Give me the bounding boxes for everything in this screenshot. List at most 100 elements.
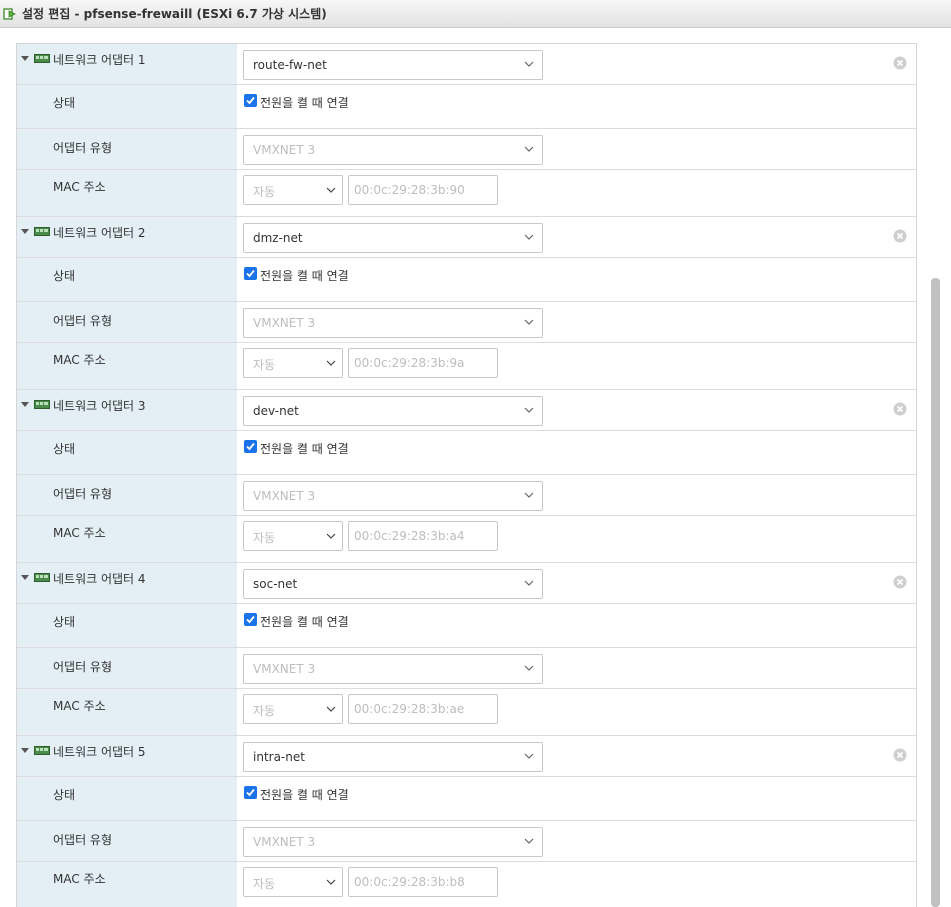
mac-mode-select[interactable]: 자동 xyxy=(243,521,343,551)
mac-mode-value: 자동 xyxy=(253,531,276,545)
caret-down-icon[interactable] xyxy=(21,748,29,753)
chevron-down-icon xyxy=(524,61,534,67)
adapter-type-select: VMXNET 3 xyxy=(243,308,543,338)
mac-mode-value: 자동 xyxy=(253,877,276,891)
connect-at-power-on-checkbox[interactable] xyxy=(244,613,257,626)
adapter-type-value: VMXNET 3 xyxy=(253,662,316,676)
mac-address-label: MAC 주소 xyxy=(53,180,106,194)
chevron-down-icon xyxy=(524,319,534,325)
adapter-type-value: VMXNET 3 xyxy=(253,489,316,503)
mac-mode-select[interactable]: 자동 xyxy=(243,175,343,205)
mac-address-row: MAC 주소 자동 00:0c:29:28:3b:9a xyxy=(17,343,916,390)
adapter-type-label: 어댑터 유형 xyxy=(53,660,113,674)
adapter-type-label: 어댑터 유형 xyxy=(53,314,113,328)
mac-address-value: 00:0c:29:28:3b:ae xyxy=(354,702,465,716)
network-adapter-row: 네트워크 어댑터 5 intra-net xyxy=(17,736,916,777)
caret-down-icon[interactable] xyxy=(21,56,29,61)
network-adapter-icon xyxy=(34,400,50,409)
mac-address-value: 00:0c:29:28:3b:9a xyxy=(354,356,465,370)
connect-at-power-on-checkbox[interactable] xyxy=(244,267,257,280)
adapter-type-select: VMXNET 3 xyxy=(243,654,543,684)
status-label: 상태 xyxy=(53,269,76,283)
chevron-down-icon xyxy=(326,187,336,193)
mac-address-value: 00:0c:29:28:3b:90 xyxy=(354,183,465,197)
mac-address-input: 00:0c:29:28:3b:ae xyxy=(348,694,498,724)
adapter-type-value: VMXNET 3 xyxy=(253,143,316,157)
adapter-type-row: 어댑터 유형 VMXNET 3 xyxy=(17,648,916,689)
network-select-value: soc-net xyxy=(253,577,298,591)
connect-at-power-on-label[interactable]: 전원을 켤 때 연결 xyxy=(260,613,349,630)
remove-circle-icon[interactable] xyxy=(893,56,907,70)
network-adapter-name: 네트워크 어댑터 1 xyxy=(53,53,146,67)
caret-down-icon[interactable] xyxy=(21,575,29,580)
network-adapter-value-cell: dmz-net xyxy=(237,217,916,257)
mac-address-label: MAC 주소 xyxy=(53,526,106,540)
connect-at-power-on-checkbox[interactable] xyxy=(244,94,257,107)
network-select[interactable]: soc-net xyxy=(243,569,543,599)
mac-mode-value: 자동 xyxy=(253,185,276,199)
network-select[interactable]: dev-net xyxy=(243,396,543,426)
status-row: 상태 전원을 켤 때 연결 xyxy=(17,85,916,129)
dialog-title: 설정 편집 - pfsense-frewaill (ESXi 6.7 가상 시스… xyxy=(22,7,327,21)
remove-circle-icon[interactable] xyxy=(893,402,907,416)
network-adapter-value-cell: intra-net xyxy=(237,736,916,776)
adapter-type-value: VMXNET 3 xyxy=(253,835,316,849)
network-adapter-name: 네트워크 어댑터 2 xyxy=(53,226,146,240)
adapter-type-row: 어댑터 유형 VMXNET 3 xyxy=(17,129,916,170)
network-adapter-icon xyxy=(34,54,50,63)
connect-at-power-on-label[interactable]: 전원을 켤 때 연결 xyxy=(260,440,349,457)
network-select[interactable]: dmz-net xyxy=(243,223,543,253)
mac-mode-value: 자동 xyxy=(253,358,276,372)
connect-at-power-on-label[interactable]: 전원을 켤 때 연결 xyxy=(260,267,349,284)
mac-address-value: 00:0c:29:28:3b:b8 xyxy=(354,875,465,889)
connect-at-power-on-checkbox[interactable] xyxy=(244,786,257,799)
adapter-type-label: 어댑터 유형 xyxy=(53,833,113,847)
network-adapter-icon xyxy=(34,746,50,755)
settings-panel: 네트워크 어댑터 1 route-fw-net 상태 전원을 켤 때 연결 어댑… xyxy=(16,43,917,907)
chevron-down-icon xyxy=(524,753,534,759)
network-select[interactable]: route-fw-net xyxy=(243,50,543,80)
checkmark-icon xyxy=(246,96,255,105)
network-adapter-value-cell: soc-net xyxy=(237,563,916,603)
remove-circle-icon[interactable] xyxy=(893,575,907,589)
chevron-down-icon xyxy=(524,838,534,844)
network-select-value: route-fw-net xyxy=(253,58,327,72)
connect-at-power-on-label[interactable]: 전원을 켤 때 연결 xyxy=(260,94,349,111)
connect-at-power-on-checkbox[interactable] xyxy=(244,440,257,453)
mac-mode-select[interactable]: 자동 xyxy=(243,348,343,378)
status-row: 상태 전원을 켤 때 연결 xyxy=(17,431,916,475)
status-label: 상태 xyxy=(53,788,76,802)
dialog-titlebar: 설정 편집 - pfsense-frewaill (ESXi 6.7 가상 시스… xyxy=(0,0,951,28)
status-label: 상태 xyxy=(53,442,76,456)
network-adapter-value-cell: route-fw-net xyxy=(237,44,916,84)
chevron-down-icon xyxy=(524,407,534,413)
checkmark-icon xyxy=(246,269,255,278)
caret-down-icon[interactable] xyxy=(21,402,29,407)
checkmark-icon xyxy=(246,788,255,797)
mac-mode-select[interactable]: 자동 xyxy=(243,694,343,724)
adapter-type-select: VMXNET 3 xyxy=(243,481,543,511)
adapter-type-select: VMXNET 3 xyxy=(243,827,543,857)
adapter-type-select: VMXNET 3 xyxy=(243,135,543,165)
network-adapter-icon xyxy=(34,573,50,582)
network-select[interactable]: intra-net xyxy=(243,742,543,772)
mac-address-label: MAC 주소 xyxy=(53,872,106,886)
network-adapter-value-cell: dev-net xyxy=(237,390,916,430)
network-adapter-label-cell: 네트워크 어댑터 1 xyxy=(17,44,237,84)
chevron-down-icon xyxy=(326,533,336,539)
connect-at-power-on-label[interactable]: 전원을 켤 때 연결 xyxy=(260,786,349,803)
caret-down-icon[interactable] xyxy=(21,229,29,234)
adapter-type-row: 어댑터 유형 VMXNET 3 xyxy=(17,475,916,516)
status-row: 상태 전원을 켤 때 연결 xyxy=(17,258,916,302)
chevron-down-icon xyxy=(326,360,336,366)
adapter-type-value: VMXNET 3 xyxy=(253,316,316,330)
network-adapter-label-cell: 네트워크 어댑터 2 xyxy=(17,217,237,257)
mac-mode-select[interactable]: 자동 xyxy=(243,867,343,897)
remove-circle-icon[interactable] xyxy=(893,229,907,243)
chevron-down-icon xyxy=(524,580,534,586)
mac-mode-value: 자동 xyxy=(253,704,276,718)
chevron-down-icon xyxy=(524,146,534,152)
network-adapter-icon xyxy=(34,227,50,236)
remove-circle-icon[interactable] xyxy=(893,748,907,762)
vertical-scrollbar[interactable] xyxy=(931,278,940,907)
